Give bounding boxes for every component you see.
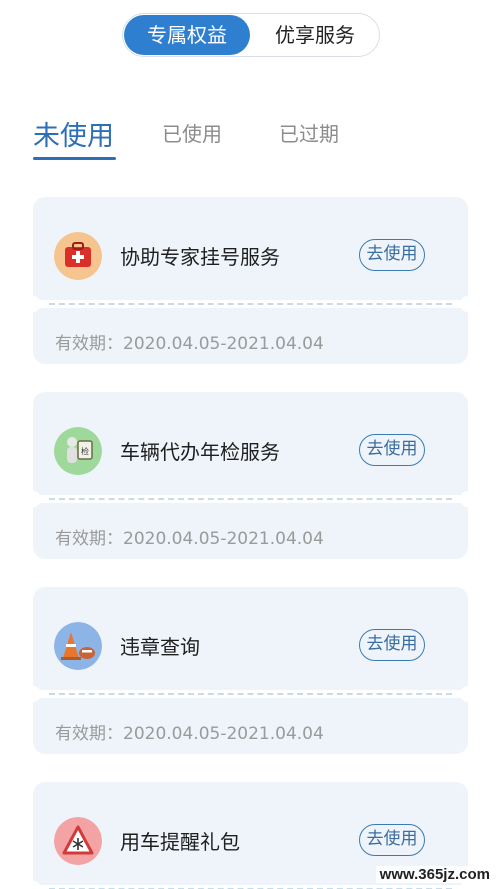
tab-active-indicator [33,157,116,160]
card-divider [49,303,452,305]
validity-period: 有效期：2020.04.05-2021.04.04 [55,529,324,549]
use-button[interactable]: 去使用 [359,434,425,466]
snow-warning-icon [54,817,102,865]
card-notch-left [25,686,41,702]
card-notch-right [460,491,476,507]
segment-premium-services[interactable]: 优享服务 [251,15,379,55]
medical-kit-icon [54,232,102,280]
validity-period: 有效期：2020.04.05-2021.04.04 [55,724,324,744]
card-title: 用车提醒礼包 [120,830,240,854]
card-notch-right [460,296,476,312]
card-divider [49,693,452,695]
svg-text:检: 检 [81,446,89,456]
use-button[interactable]: 去使用 [359,629,425,661]
use-button[interactable]: 去使用 [359,239,425,271]
card-title: 车辆代办年检服务 [120,440,280,464]
inspection-person-icon: 检 [54,427,102,475]
watermark: www.365jz.com [375,866,494,883]
segment-exclusive-benefits[interactable]: 专属权益 [124,15,250,55]
tab-unused[interactable]: 未使用 [33,114,114,153]
tab-used[interactable]: 已使用 [162,118,222,147]
tab-expired[interactable]: 已过期 [279,118,339,147]
traffic-cone-icon [54,622,102,670]
card-title: 协助专家挂号服务 [120,245,280,269]
card-divider [49,498,452,500]
use-button[interactable]: 去使用 [359,824,425,856]
card-notch-left [25,491,41,507]
segmented-control: 专属权益 优享服务 [122,13,380,57]
card-notch-left [25,296,41,312]
card-notch-right [460,686,476,702]
card-title: 违章查询 [120,635,200,659]
validity-period: 有效期：2020.04.05-2021.04.04 [55,334,324,354]
status-tabs: 未使用 已使用 已过期 [0,118,500,168]
